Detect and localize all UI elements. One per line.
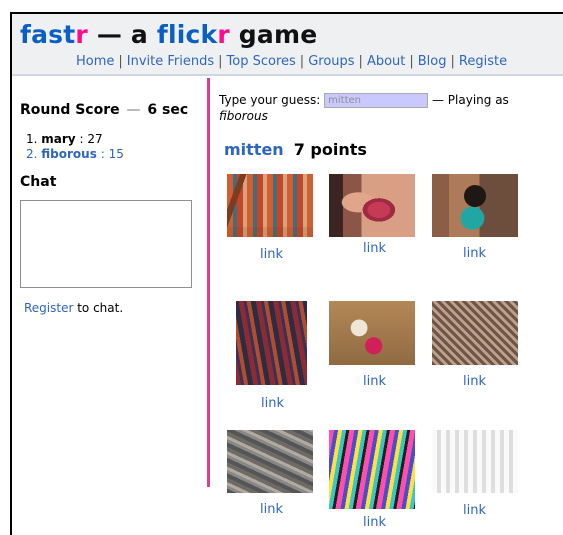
photo-thumbnail[interactable] (432, 301, 518, 365)
score-points: 15 (108, 147, 124, 161)
nav-invite-friends[interactable]: Invite Friends (127, 54, 214, 69)
logo-part-6: game (229, 20, 318, 49)
nav-about[interactable]: About (367, 54, 405, 69)
guess-input[interactable] (324, 93, 429, 108)
photo-thumbnail[interactable] (227, 430, 313, 493)
nav-separator: | (409, 54, 414, 69)
register-message-text: to chat. (73, 301, 124, 315)
chat-box[interactable] (20, 200, 192, 288)
guess-row: Type your guess: — Playing as (219, 92, 509, 109)
left-sidebar: Round Score — 6 sec 1. mary : 27 2. fibo… (12, 78, 207, 535)
active-player-points: 7 points (293, 140, 367, 159)
photo-thumbnail[interactable] (432, 430, 518, 493)
score-points: 27 (87, 132, 103, 146)
nav-separator: | (450, 54, 455, 69)
score-colon: : (79, 132, 84, 146)
score-list: 1. mary : 27 2. fiborous : 15 (26, 132, 124, 162)
photo-link[interactable]: link (260, 502, 283, 517)
score-rank: 1. (26, 132, 38, 146)
photo-link[interactable]: link (260, 247, 283, 262)
site-logo[interactable]: fastr — a flickr game (20, 22, 317, 47)
site-header: fastr — a flickr game Home | Invite Friend… (12, 14, 563, 76)
chat-heading: Chat (20, 174, 57, 190)
pink-divider (207, 78, 210, 487)
nav-separator: | (358, 54, 363, 69)
photo-link[interactable]: link (463, 374, 486, 389)
logo-part-1: fast (20, 20, 76, 49)
guess-label: Type your guess: (219, 93, 321, 107)
active-player-name: mitten (224, 140, 284, 159)
photo-link[interactable]: link (363, 241, 386, 256)
score-row-mary: 1. mary : 27 (26, 132, 124, 147)
photo-thumbnail[interactable] (329, 430, 415, 509)
chat-register-message: Register to chat. (24, 301, 123, 315)
top-navigation: Home | Invite Friends | Top Scores | Groups | Ab… (76, 54, 507, 69)
register-link[interactable]: Register (24, 301, 73, 315)
photo-thumbnail[interactable] (432, 174, 518, 237)
photo-thumbnail[interactable] (236, 301, 307, 385)
score-player-name: fiborous (41, 147, 97, 161)
nav-blog[interactable]: Blog (418, 54, 447, 69)
photo-link[interactable]: link (363, 515, 386, 530)
round-score-label: Round Score (20, 102, 120, 118)
photo-link[interactable]: link (363, 374, 386, 389)
round-score-dash: — (126, 102, 141, 118)
score-row-fiborous: 2. fiborous : 15 (26, 147, 124, 162)
nav-groups[interactable]: Groups (308, 54, 354, 69)
page-frame: fastr — a flickr game Home | Invite Friend… (10, 12, 563, 535)
playing-as-name: fiborous (219, 109, 268, 123)
logo-part-5: r (217, 20, 230, 49)
round-time: 6 sec (147, 102, 189, 118)
nav-register[interactable]: Registe (459, 54, 507, 69)
round-score-heading: Round Score — 6 sec (20, 102, 188, 118)
nav-top-scores[interactable]: Top Scores (227, 54, 296, 69)
photo-link[interactable]: link (261, 396, 284, 411)
score-colon: : (100, 147, 105, 161)
nav-home[interactable]: Home (76, 54, 114, 69)
photo-thumbnail[interactable] (227, 174, 313, 237)
score-rank: 2. (26, 147, 38, 161)
nav-separator: | (299, 54, 305, 69)
photo-link[interactable]: link (463, 246, 486, 261)
nav-separator: | (118, 54, 123, 69)
player-points-line: mitten 7 points (224, 140, 367, 159)
logo-part-4: flick (156, 20, 218, 49)
photo-link[interactable]: link (463, 503, 486, 518)
nav-separator: | (218, 54, 223, 69)
playing-as-text: — Playing as (431, 93, 509, 107)
logo-part-3: — a (87, 20, 157, 49)
score-player-name: mary (41, 132, 76, 146)
logo-part-2: r (75, 20, 88, 49)
photo-thumbnail[interactable] (329, 174, 415, 237)
photo-thumbnail[interactable] (329, 301, 415, 365)
